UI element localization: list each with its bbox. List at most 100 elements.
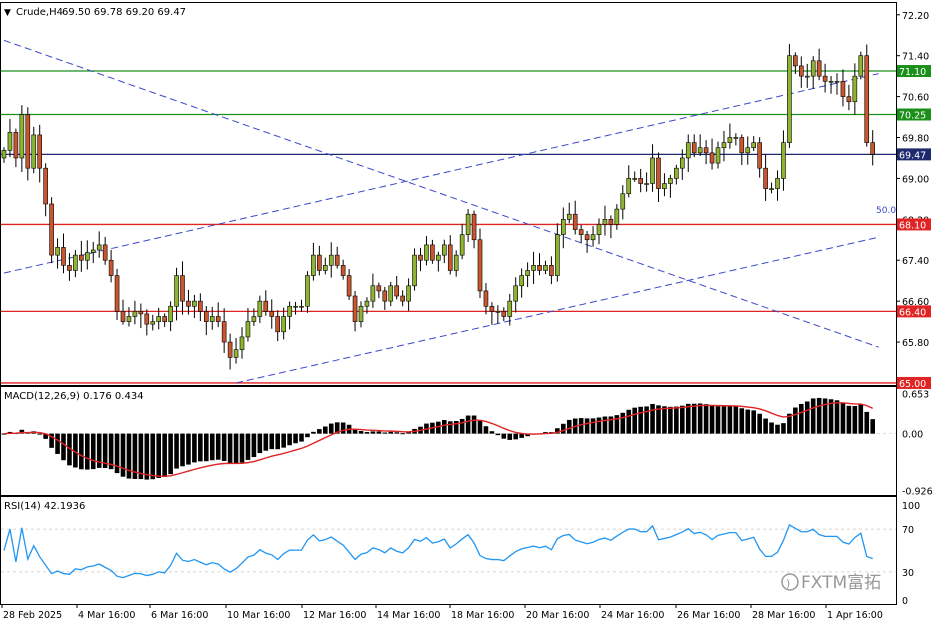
candle-body (793, 55, 798, 67)
candle-body (858, 55, 864, 77)
candle-body (358, 305, 364, 322)
candle-body (19, 114, 25, 159)
candle-body (400, 295, 405, 302)
macd-bar (620, 412, 626, 434)
candle-body (602, 219, 608, 225)
candle-body (233, 349, 239, 358)
candle-body (507, 300, 513, 317)
macd-bar (370, 431, 376, 434)
macd-bar (507, 433, 513, 440)
candle-body (263, 300, 269, 312)
candle-body (810, 60, 816, 77)
candle-body (406, 285, 411, 302)
candle-body (828, 80, 834, 83)
macd-bar (239, 433, 245, 463)
macd-bar (840, 402, 846, 434)
candle-body (49, 203, 54, 256)
price-tick-label: 69.80 (902, 134, 929, 145)
macd-bar (79, 433, 84, 470)
macd-bar (769, 422, 774, 434)
macd-bar (846, 405, 852, 434)
macd-bar (799, 403, 804, 434)
macd-bar (465, 415, 471, 434)
candle-body (61, 247, 66, 266)
candle-body (787, 55, 792, 143)
macd-bar (447, 421, 453, 434)
macd-bar (674, 406, 679, 434)
candle-body (424, 244, 429, 261)
candle-body (864, 55, 870, 143)
candle-body (204, 311, 209, 322)
candle-body (715, 147, 721, 164)
candle-body (394, 285, 400, 297)
level-price-label: 68.10 (899, 220, 926, 231)
candle-body (90, 249, 96, 253)
candle-body (650, 157, 655, 184)
macd-bar (388, 431, 394, 434)
candle-body (644, 183, 649, 185)
candle-body (73, 254, 78, 271)
macd-bar (864, 411, 870, 434)
x-tick-label: 12 Mar 16:00 (303, 610, 366, 621)
macd-bar (227, 433, 233, 464)
macd-bar (685, 403, 691, 434)
candle-body (31, 134, 37, 169)
candle-body (483, 290, 489, 307)
symbol-dropdown-icon[interactable]: ▼ (4, 8, 11, 18)
macd-bar (733, 406, 739, 434)
macd-bar (281, 433, 286, 448)
candle-body (572, 213, 578, 230)
candle-body (852, 75, 858, 103)
macd-bar (816, 397, 822, 434)
level-price-label: 70.25 (899, 110, 926, 121)
candle-body (870, 142, 876, 155)
candle-body (132, 311, 138, 317)
candle-body (804, 75, 810, 78)
candle-body (757, 142, 762, 169)
x-tick-label: 28 Feb 2025 (3, 610, 62, 621)
candle-body (656, 157, 661, 189)
x-tick-label: 20 Mar 16:00 (526, 610, 589, 621)
candle-body (328, 254, 334, 266)
macd-bar (650, 404, 655, 434)
macd-bar (233, 433, 239, 464)
candle-body (293, 305, 298, 308)
candle-body (555, 234, 560, 276)
candle-body (709, 152, 715, 164)
candle-body (745, 147, 751, 154)
candle-body (85, 252, 90, 261)
macd-bar (269, 433, 275, 450)
x-tick-label: 4 Mar 16:00 (78, 610, 135, 621)
candle-body (1, 149, 7, 159)
macd-bar (174, 433, 179, 469)
candle-body (620, 193, 626, 210)
macd-bar (120, 433, 126, 477)
rsi-tick-label: 30 (902, 568, 914, 579)
candle-body (257, 300, 263, 317)
x-tick-label: 14 Mar 16:00 (377, 610, 440, 621)
candle-body (334, 254, 340, 266)
candle-body (37, 134, 43, 169)
candle-body (180, 275, 185, 302)
candle-body (156, 316, 161, 322)
macd-bar (287, 433, 292, 446)
macd-bar (436, 421, 441, 434)
candle-body (221, 321, 227, 343)
candle-body (67, 265, 72, 271)
candle-body (566, 213, 572, 220)
candle-body (305, 275, 310, 307)
macd-bar (870, 419, 875, 434)
candle-body (281, 316, 286, 333)
macd-bar (328, 423, 334, 434)
candle-body (287, 305, 292, 317)
candle-body (697, 147, 703, 154)
candle-body (775, 178, 780, 189)
candle-body (537, 265, 542, 271)
macd-bar (626, 409, 632, 434)
candle-body (781, 142, 786, 179)
candle-body (340, 265, 346, 276)
candle-body (120, 311, 126, 322)
macd-bar (138, 433, 144, 480)
candle-body (465, 213, 471, 235)
level-price-label: 65.00 (899, 379, 926, 390)
